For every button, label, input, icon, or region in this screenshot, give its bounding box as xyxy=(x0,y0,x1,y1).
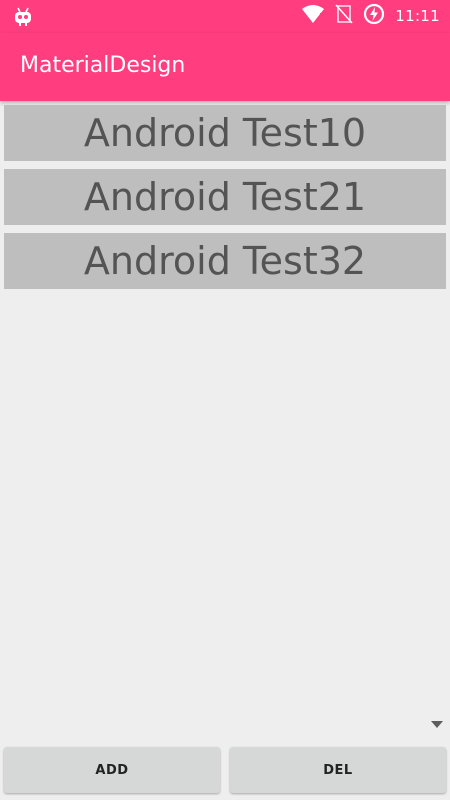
list-item[interactable]: Android Test21 xyxy=(4,169,446,225)
no-sim-icon xyxy=(335,4,353,28)
status-bar: 11:11 xyxy=(0,0,450,33)
add-button[interactable]: ADD xyxy=(4,747,220,793)
list-item[interactable]: Android Test32 xyxy=(4,233,446,289)
dropdown-arrow-icon[interactable] xyxy=(431,721,443,728)
item-list: Android Test10 Android Test21 Android Te… xyxy=(4,105,446,297)
app-bar: MaterialDesign xyxy=(0,33,450,101)
wifi-icon xyxy=(301,4,325,28)
list-item[interactable]: Android Test10 xyxy=(4,105,446,161)
bot-icon xyxy=(12,6,34,28)
status-icons: 11:11 xyxy=(301,3,440,29)
del-button[interactable]: DEL xyxy=(230,747,446,793)
battery-charging-icon xyxy=(363,3,385,29)
status-time: 11:11 xyxy=(395,7,440,25)
app-title: MaterialDesign xyxy=(20,53,186,78)
